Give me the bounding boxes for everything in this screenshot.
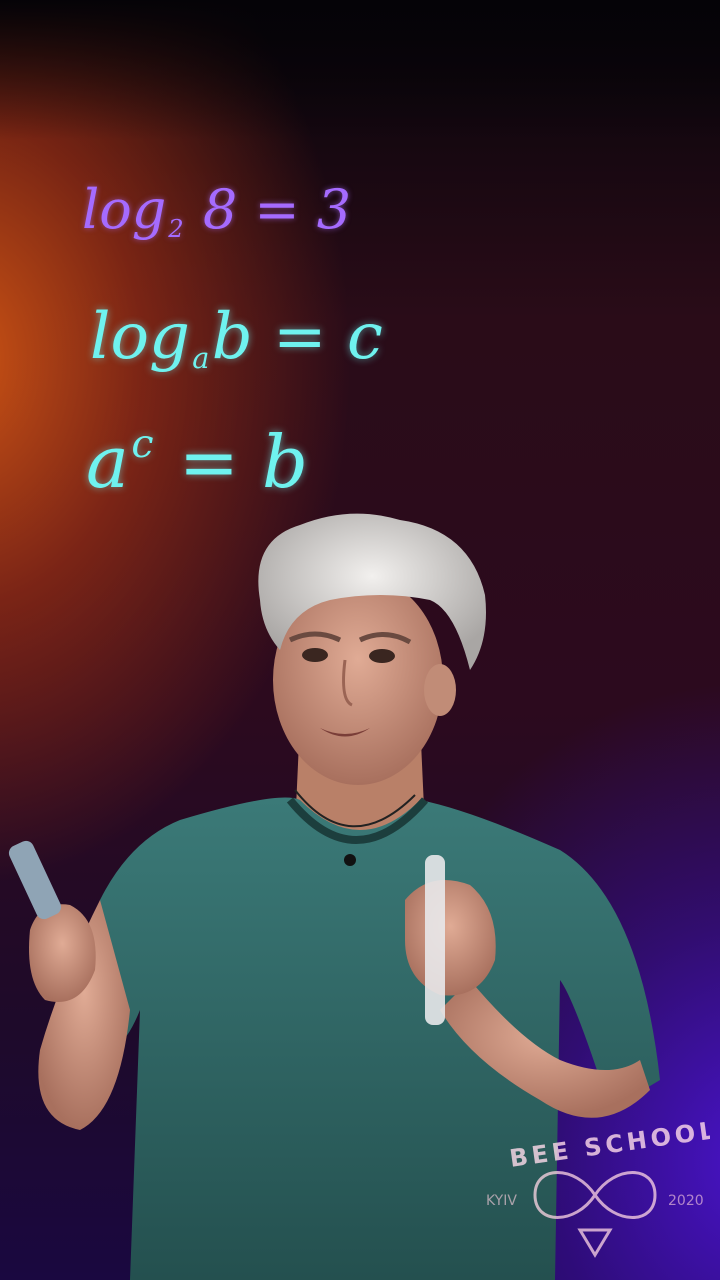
necklace-pendant	[344, 854, 356, 866]
bee-school-watermark: BEE SCHOOL KYIV 2020	[486, 1116, 710, 1258]
eye-right	[369, 649, 395, 663]
marker-right	[425, 855, 445, 1025]
presenter	[8, 513, 660, 1280]
ear-right	[424, 664, 456, 716]
infinity-bee-icon	[533, 1171, 657, 1219]
watermark-city: KYIV	[486, 1193, 517, 1209]
watermark-brand: BEE SCHOOL	[508, 1116, 710, 1173]
marker-left	[8, 840, 62, 920]
left-hand	[29, 904, 96, 1002]
eye-left	[302, 648, 328, 662]
watermark-year: 2020	[668, 1193, 704, 1209]
